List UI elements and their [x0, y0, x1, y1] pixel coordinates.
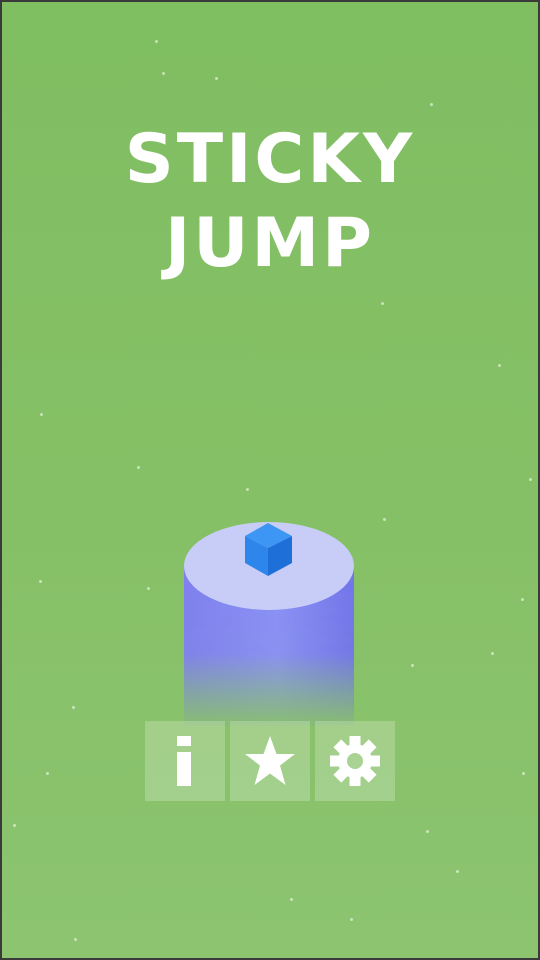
star-icon [245, 736, 295, 785]
gear-icon [330, 736, 380, 786]
rate-button[interactable] [230, 721, 310, 801]
game-scene [184, 522, 354, 726]
settings-button[interactable] [315, 721, 395, 801]
main-menu [145, 721, 395, 801]
info-button[interactable] [145, 721, 225, 801]
info-icon [177, 736, 191, 786]
